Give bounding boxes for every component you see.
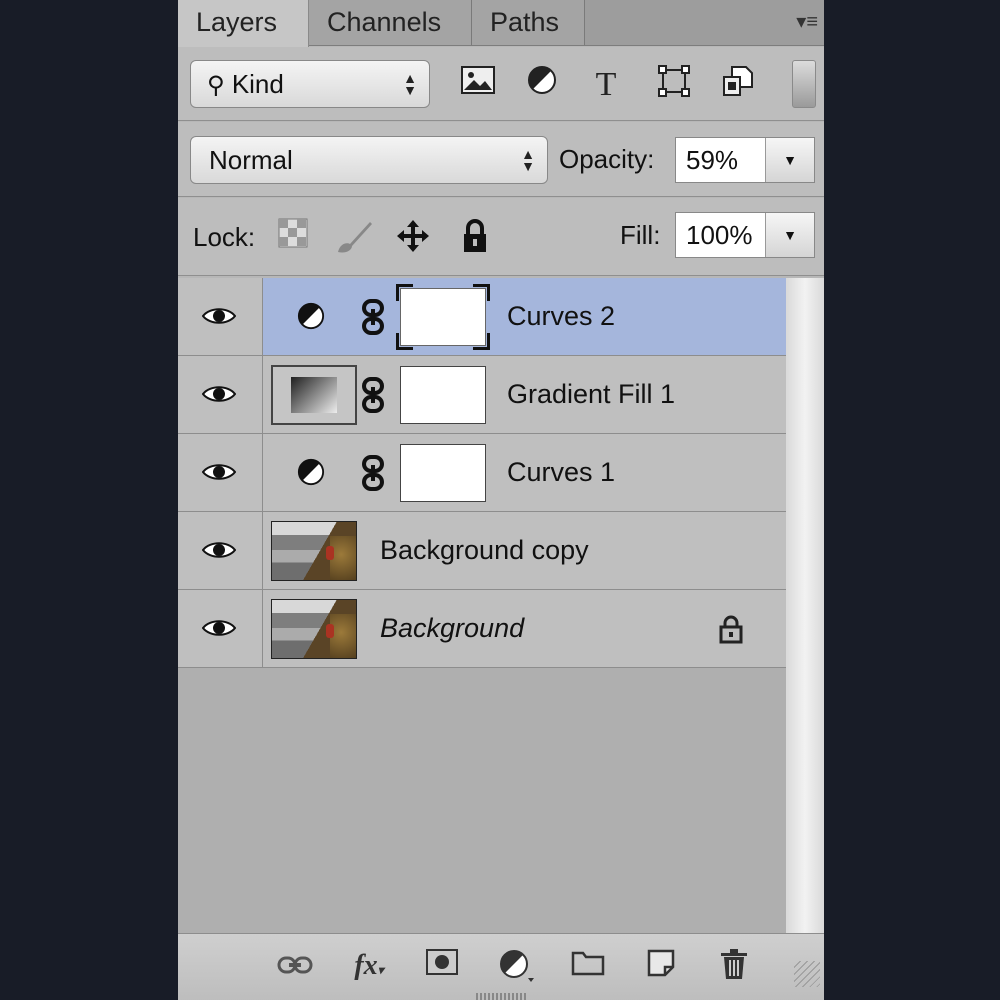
layer-row-curves-2[interactable]: Curves 2 <box>178 278 786 356</box>
eye-icon[interactable] <box>202 306 236 326</box>
opacity-value[interactable]: 59% <box>686 138 738 182</box>
visibility-cell[interactable] <box>178 590 263 667</box>
blend-row: Normal ▲ ▼ Opacity: 59% ▼ <box>178 122 824 197</box>
curves-adjustment-icon[interactable] <box>297 458 325 486</box>
filter-kind-select[interactable]: ⚲ Kind ▲ ▼ <box>190 60 430 108</box>
eye-icon[interactable] <box>202 462 236 482</box>
fill-value[interactable]: 100% <box>686 213 753 257</box>
layer-name[interactable]: Background <box>380 590 524 667</box>
panel-resize-grip[interactable] <box>794 961 820 987</box>
layer-row-curves-1[interactable]: Curves 1 <box>178 434 786 512</box>
filter-row: ⚲ Kind ▲ ▼ T <box>178 47 824 121</box>
layer-mask-thumbnail[interactable] <box>400 444 486 502</box>
blend-mode-label: Normal <box>209 145 293 175</box>
layer-thumbnail[interactable] <box>271 599 357 659</box>
layer-content[interactable]: Background <box>263 590 786 667</box>
eye-icon[interactable] <box>202 540 236 560</box>
adjustment-filter-icon[interactable] <box>522 65 562 105</box>
lock-label: Lock: <box>193 222 256 252</box>
panel-tab-bar: Layers Channels Paths ▾≡ <box>178 0 824 47</box>
visibility-cell[interactable] <box>178 434 263 511</box>
opacity-label: Opacity: <box>559 144 655 174</box>
layer-name[interactable]: Curves 2 <box>507 278 615 355</box>
layer-content[interactable]: Curves 1 <box>263 434 786 511</box>
image-filter-icon[interactable] <box>458 65 498 105</box>
visibility-cell[interactable] <box>178 512 263 589</box>
lock-position-icon[interactable] <box>394 218 432 256</box>
layer-thumbnail[interactable] <box>271 521 357 581</box>
eye-icon[interactable] <box>202 618 236 638</box>
panel-bottom-grip[interactable] <box>476 993 528 1000</box>
tab-paths[interactable]: Paths <box>472 0 585 45</box>
layer-content[interactable]: Curves 2 <box>263 278 786 355</box>
opacity-dropdown-button[interactable]: ▼ <box>765 138 814 182</box>
lock-image-pixels-icon[interactable] <box>334 218 372 256</box>
link-layers-icon[interactable] <box>277 948 313 984</box>
smart-object-filter-icon[interactable] <box>718 65 758 105</box>
panel-menu-icon[interactable]: ▾≡ <box>780 10 818 34</box>
filter-kind-label: Kind <box>231 69 284 99</box>
lock-transparent-pixels-icon[interactable] <box>274 218 312 256</box>
layer-locked-icon[interactable] <box>716 614 746 644</box>
layers-bottom-toolbar: fx▾ <box>178 933 824 1000</box>
layer-name[interactable]: Curves 1 <box>507 434 615 511</box>
lock-all-icon[interactable] <box>456 218 494 256</box>
mask-link-icon[interactable] <box>361 455 385 491</box>
fx-icon[interactable]: fx▾ <box>351 948 387 984</box>
layer-name[interactable]: Background copy <box>380 512 589 589</box>
search-icon: ⚲ <box>207 72 225 99</box>
layers-list: Curves 2 Gradient Fill 1 Curves 1 Backgr… <box>178 278 786 933</box>
trash-icon[interactable] <box>716 948 752 984</box>
lock-row: Lock: Fill: 100% ▼ <box>178 198 824 276</box>
layer-mask-thumbnail[interactable] <box>396 284 490 350</box>
mask-link-icon[interactable] <box>361 299 385 335</box>
select-arrows-icon: ▲ ▼ <box>403 70 417 98</box>
eye-icon[interactable] <box>202 384 236 404</box>
layer-mask-thumbnail[interactable] <box>400 366 486 424</box>
new-layer-icon[interactable] <box>643 948 679 984</box>
layer-name[interactable]: Gradient Fill 1 <box>507 356 675 433</box>
blend-mode-select[interactable]: Normal ▲ ▼ <box>190 136 548 184</box>
layer-content[interactable]: Background copy <box>263 512 786 589</box>
tab-layers[interactable]: Layers <box>178 0 309 47</box>
layer-content[interactable]: Gradient Fill 1 <box>263 356 786 433</box>
select-arrows-icon: ▲ ▼ <box>521 146 535 174</box>
layer-row-background-copy[interactable]: Background copy <box>178 512 786 590</box>
new-adjustment-icon[interactable] <box>498 948 534 984</box>
visibility-cell[interactable] <box>178 278 263 355</box>
layer-row-background[interactable]: Background <box>178 590 786 668</box>
fill-field[interactable]: 100% ▼ <box>675 212 815 258</box>
curves-adjustment-icon[interactable] <box>297 302 325 330</box>
fill-dropdown-button[interactable]: ▼ <box>765 213 814 257</box>
layers-panel: Layers Channels Paths ▾≡ ⚲ Kind ▲ ▼ T Nor… <box>178 0 824 1000</box>
opacity-field[interactable]: 59% ▼ <box>675 137 815 183</box>
layers-scrollbar[interactable] <box>786 278 824 933</box>
filter-toggle-switch[interactable] <box>792 60 816 108</box>
fill-label: Fill: <box>620 220 661 250</box>
new-group-icon[interactable] <box>570 948 606 984</box>
add-mask-icon[interactable] <box>424 948 460 984</box>
gradient-thumbnail[interactable] <box>271 365 357 425</box>
tab-channels[interactable]: Channels <box>309 0 472 45</box>
mask-link-icon[interactable] <box>361 377 385 413</box>
type-filter-icon[interactable]: T <box>586 65 626 105</box>
layer-row-gradient-fill-1[interactable]: Gradient Fill 1 <box>178 356 786 434</box>
shape-filter-icon[interactable] <box>654 65 694 105</box>
visibility-cell[interactable] <box>178 356 263 433</box>
